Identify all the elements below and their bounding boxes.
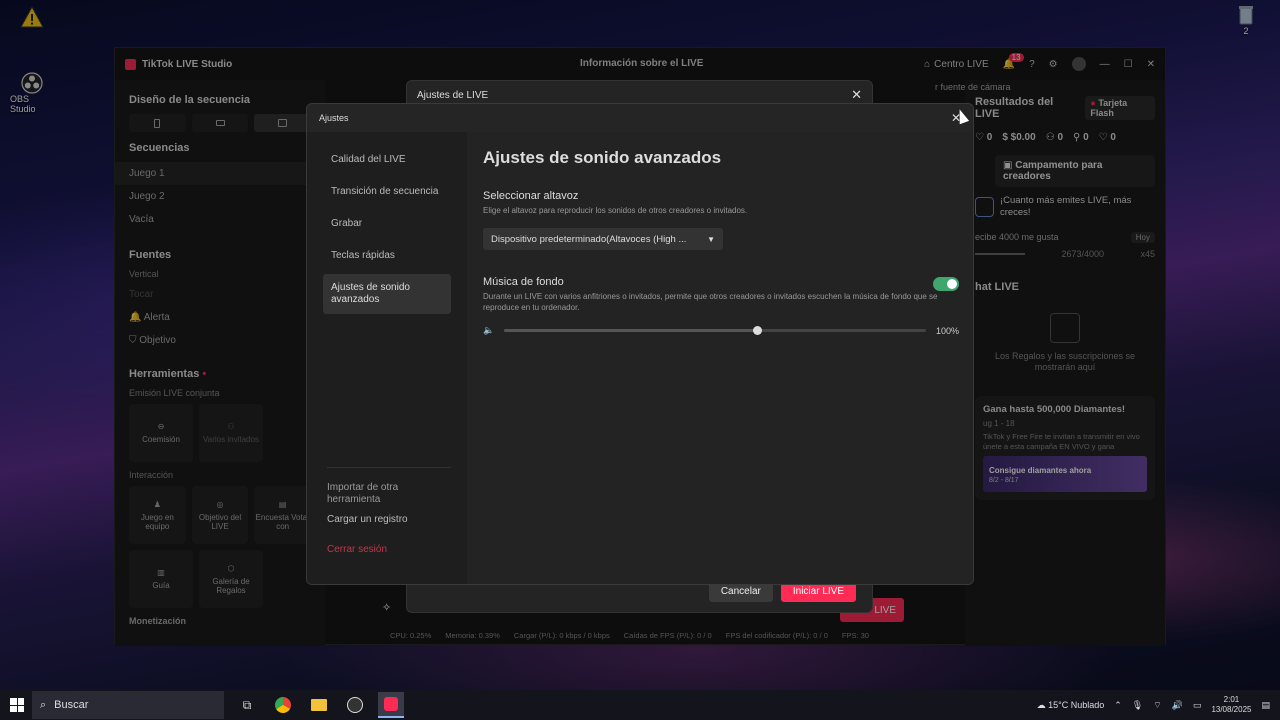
chrome-icon: [275, 697, 291, 713]
obs-icon: [347, 697, 363, 713]
speaker-desc: Elige el altavoz para reproducir los son…: [483, 206, 748, 215]
import-link[interactable]: Importar de otra herramienta: [327, 482, 451, 506]
nav-hotkeys[interactable]: Teclas rápidas: [323, 242, 451, 270]
taskbar-search[interactable]: ⌕ Buscar: [32, 691, 224, 719]
page-title: Ajustes de sonido avanzados: [483, 148, 722, 167]
speaker-icon: 🔈: [483, 325, 495, 336]
settings-nav-footer: Importar de otra herramienta Cargar un r…: [327, 467, 451, 564]
settings-content: Ajustes de sonido avanzados Seleccionar …: [467, 132, 973, 584]
volume-label: 100%: [935, 325, 959, 336]
close-icon[interactable]: ✕: [851, 87, 862, 103]
clock-date: 13/08/2025: [1211, 705, 1252, 714]
nav-live-quality[interactable]: Calidad del LIVE: [323, 146, 451, 174]
search-placeholder: Buscar: [54, 699, 89, 711]
obs-taskbar-button[interactable]: [342, 692, 368, 718]
windows-taskbar: ⌕ Buscar ⧉ ☁ 15°C Nublado ⌃ 🎙 ⌔ 🔊 ▭ 2:01…: [0, 690, 1280, 720]
speaker-select[interactable]: Dispositivo predeterminado(Altavoces (Hi…: [483, 228, 723, 251]
battery-icon[interactable]: ▭: [1193, 700, 1202, 711]
tiktok-icon: [384, 697, 398, 711]
chevron-down-icon: ▼: [707, 234, 715, 244]
search-icon: ⌕: [40, 698, 47, 711]
load-log-link[interactable]: Cargar un registro: [327, 514, 451, 526]
volume-row: 🔈 100%: [483, 325, 959, 336]
volume-slider[interactable]: [504, 326, 926, 336]
nav-advanced-sound[interactable]: Ajustes de sonido avanzados: [323, 274, 451, 314]
scene-magic-icon[interactable]: ✧: [382, 601, 391, 614]
chrome-taskbar-button[interactable]: [270, 692, 296, 718]
folder-icon: [311, 699, 327, 711]
task-view-button[interactable]: ⧉: [234, 692, 260, 718]
music-toggle[interactable]: [933, 277, 959, 292]
music-desc: Durante un LIVE con varios anfitriones o…: [483, 292, 938, 312]
cloud-icon: ☁: [1036, 699, 1049, 710]
tiktok-taskbar-button[interactable]: [378, 692, 404, 718]
live-settings-title: Ajustes de LIVE: [417, 89, 489, 101]
speaker-select-value: Dispositivo predeterminado(Altavoces (Hi…: [491, 233, 687, 245]
weather-widget[interactable]: ☁ 15°C Nublado: [1037, 700, 1105, 711]
system-tray: ☁ 15°C Nublado ⌃ 🎙 ⌔ 🔊 ▭ 2:01 13/08/2025…: [1037, 690, 1270, 720]
volume-thumb[interactable]: [753, 326, 763, 336]
microphone-icon[interactable]: 🎙: [1132, 700, 1143, 711]
volume-fill: [504, 329, 758, 333]
network-icon[interactable]: ⌔: [1153, 700, 1161, 711]
notifications-icon[interactable]: ▤: [1261, 700, 1270, 711]
chevron-up-icon[interactable]: ⌃: [1114, 700, 1122, 711]
task-view-icon: ⧉: [242, 697, 252, 712]
explorer-taskbar-button[interactable]: [306, 692, 332, 718]
start-button[interactable]: [10, 698, 24, 712]
speaker-title: Seleccionar altavoz: [483, 190, 579, 202]
clock[interactable]: 2:01 13/08/2025: [1211, 695, 1251, 716]
settings-nav: Calidad del LIVE Transición de secuencia…: [307, 132, 467, 584]
volume-icon[interactable]: 🔊: [1172, 700, 1183, 711]
settings-title: Ajustes: [319, 113, 349, 123]
weather-text: 15°C Nublado: [1048, 699, 1105, 710]
settings-dialog: Ajustes ✕ Calidad del LIVE Transición de…: [306, 103, 974, 585]
clock-time: 2:01: [1223, 694, 1240, 704]
music-title: Música de fondo: [483, 276, 564, 289]
logout-link[interactable]: Cerrar sesión: [327, 544, 451, 556]
nav-scene-transition[interactable]: Transición de secuencia: [323, 178, 451, 206]
nav-record[interactable]: Grabar: [323, 210, 451, 238]
